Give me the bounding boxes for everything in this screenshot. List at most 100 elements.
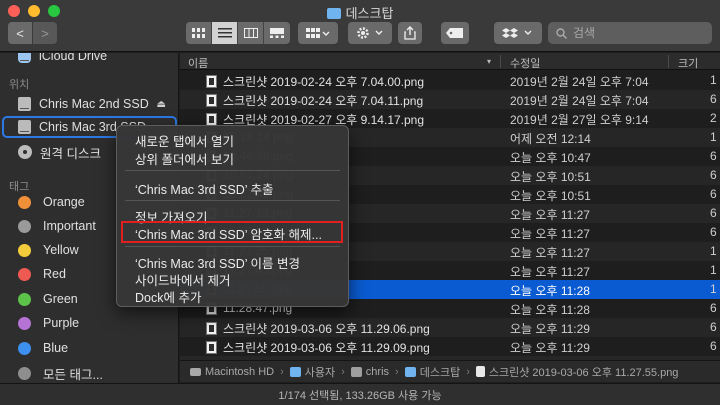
path-bar: Macintosh HD › 사용자 › chris › 데스크탑 › 스크린샷 2019-03… [180, 360, 720, 382]
menu-separator [125, 246, 340, 247]
path-segment-label: Macintosh HD [205, 365, 275, 378]
path-segment[interactable]: chris [350, 366, 389, 378]
external-drive-icon [18, 97, 31, 111]
path-fold-icon [289, 366, 301, 377]
file-date: 어제 오전 12:14 [510, 132, 591, 146]
search-field[interactable] [548, 22, 712, 44]
file-size: 1 [710, 244, 717, 258]
tag-color-dot-icon [18, 341, 31, 355]
column-header-name[interactable]: 이름 [188, 55, 208, 71]
sidebar-item-chris-mac-2nd-ssd[interactable]: Chris Mac 2nd SSD ⏏ [0, 93, 178, 115]
path-segment[interactable]: Macintosh HD [190, 366, 274, 378]
column-header-size[interactable]: 크기 [678, 55, 698, 71]
dropbox-button[interactable] [494, 22, 542, 44]
dropbox-icon [502, 28, 532, 38]
gear-icon [357, 27, 383, 39]
tag-label: Green [43, 292, 78, 306]
file-row[interactable]: 스크린샷 2019-02-24 오후 7.04.00.png 2019년 2월 2… [180, 71, 720, 90]
window-title: 데스크탑 [0, 3, 720, 22]
menu-item-eject[interactable]: ‘Chris Mac 3rd SSD’ 추출 [135, 179, 274, 198]
path-segment-label: 데스크탑 [419, 366, 461, 379]
menu-item-add-to-dock[interactable]: Dock에 추가 [135, 287, 201, 306]
chevron-left-icon: < [16, 25, 24, 41]
file-date: 오늘 오후 11:29 [510, 341, 590, 355]
file-date: 오늘 오후 10:47 [510, 151, 591, 165]
tag-icon [446, 28, 463, 38]
action-button[interactable] [348, 22, 392, 44]
file-size: 6 [710, 320, 717, 334]
tag-color-dot-icon [18, 195, 31, 209]
column-divider[interactable] [668, 55, 669, 68]
file-date: 오늘 오후 10:51 [510, 170, 591, 184]
menu-separator [125, 200, 340, 201]
external-drive-icon [18, 120, 31, 134]
path-separator-icon: › [395, 365, 399, 378]
view-mode-selector [186, 22, 290, 44]
forward-button[interactable]: > [33, 22, 57, 44]
sidebar-tag-blue[interactable]: Blue [0, 337, 178, 359]
file-date: 오늘 오후 11:27 [510, 265, 590, 279]
file-size: 6 [710, 92, 717, 106]
list-view-button[interactable] [212, 22, 238, 44]
menu-item-show-in-enclosing-folder[interactable]: 상위 폴더에서 보기 [135, 149, 234, 168]
menu-item-open-in-new-tab[interactable]: 새로운 탭에서 열기 [135, 131, 234, 150]
tag-label: Red [43, 267, 66, 281]
tag-label: Blue [43, 341, 69, 355]
file-name-cell: 스크린샷 2019-02-24 오후 7.04.11.png [206, 92, 423, 109]
magnifier-icon [556, 27, 567, 39]
png-file-icon [206, 94, 217, 107]
file-name: 스크린샷 2019-02-24 오후 7.04.00.png [223, 75, 425, 89]
path-segment-label: 스크린샷 2019-03-06 오후 11.27.55.png [488, 366, 679, 379]
sidebar-item-label: iCloud Drive [39, 53, 108, 63]
file-size: 1 [710, 130, 717, 144]
file-row[interactable]: 스크린샷 2019-03-06 오후 11.29.06.png 오늘 오후 11:… [180, 318, 720, 337]
file-date: 2019년 2월 24일 오후 7:04 [510, 75, 649, 89]
file-date: 오늘 오후 11:28 [510, 303, 590, 317]
file-size: 1 [710, 282, 717, 296]
icon-view-button[interactable] [186, 22, 212, 44]
file-name: 스크린샷 2019-03-06 오후 11.29.09.png [223, 341, 430, 355]
share-button[interactable] [398, 22, 422, 44]
sidebar-all-tags[interactable]: 모든 태그... [0, 362, 178, 384]
window-toolbar: 데스크탑 < > [0, 0, 720, 52]
png-file-icon [206, 322, 217, 335]
file-size: 1 [710, 263, 717, 277]
file-name: 스크린샷 2019-03-06 오후 11.29.06.png [223, 322, 430, 336]
file-row[interactable]: 스크린샷 2019-02-24 오후 7.04.11.png 2019년 2월 2… [180, 90, 720, 109]
disc-icon [18, 145, 32, 159]
file-size: 6 [710, 301, 717, 315]
tag-color-dot-icon [18, 267, 31, 281]
path-segment[interactable]: 스크린샷 2019-03-06 오후 11.27.55.png [475, 364, 679, 380]
file-size: 6 [710, 225, 717, 239]
search-input[interactable] [573, 26, 703, 40]
eject-icon[interactable]: ⏏ [157, 99, 166, 110]
menu-separator [125, 170, 340, 171]
sidebar-item-icloud-drive[interactable]: iCloud Drive [0, 53, 178, 67]
chevron-right-icon: > [41, 25, 49, 41]
path-file-icon [475, 366, 485, 377]
highlight-annotation [121, 221, 343, 243]
file-date: 오늘 오후 11:29 [510, 322, 590, 336]
gallery-view-button[interactable] [264, 22, 290, 44]
file-date: 2019년 2월 24일 오후 7:04 [510, 94, 649, 108]
column-view-button[interactable] [238, 22, 264, 44]
path-home-icon [350, 366, 362, 377]
tag-button[interactable] [441, 22, 469, 44]
tag-label: Purple [43, 316, 80, 330]
locations-header: 위치 [9, 79, 30, 91]
column-header-date[interactable]: 수정일 [510, 55, 540, 71]
column-divider[interactable] [500, 55, 501, 68]
folder-icon [326, 8, 341, 19]
path-hd-icon [190, 367, 201, 376]
file-size: 6 [710, 149, 717, 163]
path-segment[interactable]: 사용자 [289, 364, 335, 380]
arrange-button[interactable] [298, 22, 338, 44]
file-row[interactable]: 스크린샷 2019-03-06 오후 11.29.09.png 오늘 오후 11:… [180, 337, 720, 356]
column-view-icon [243, 28, 258, 38]
file-size: 6 [710, 339, 717, 353]
back-button[interactable]: < [8, 22, 32, 44]
sidebar-tag-purple[interactable]: Purple [0, 312, 178, 334]
sort-chevron-icon: ▾ [487, 57, 492, 66]
path-segment[interactable]: 데스크탑 [404, 364, 461, 380]
file-name: 스크린샷 2019-02-24 오후 7.04.11.png [223, 94, 424, 108]
